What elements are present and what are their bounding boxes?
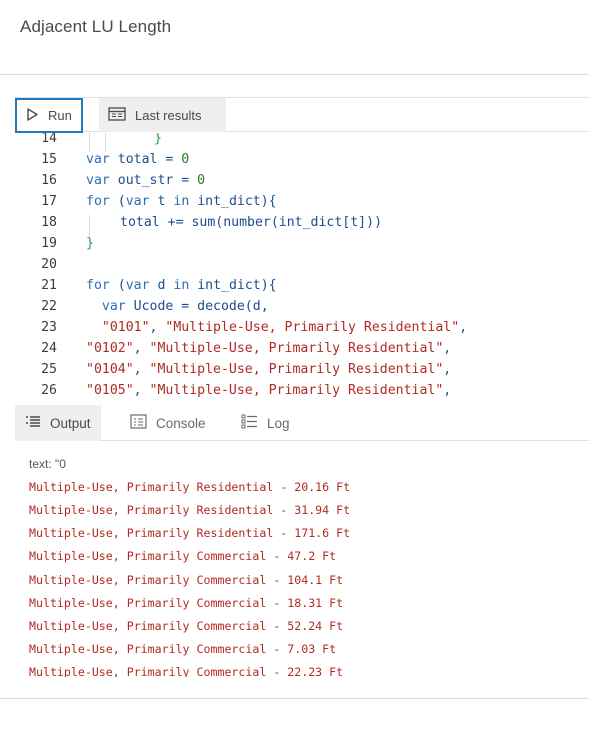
code-text: var total = 0	[86, 152, 190, 167]
output-panel: text: "0 Multiple-Use, Primarily Resident…	[29, 457, 589, 677]
code-text: }	[154, 133, 162, 146]
line-number: 16	[41, 173, 57, 188]
code-line: 22 var Ucode = decode(d,	[15, 299, 589, 320]
last-results-button[interactable]: Last results	[99, 98, 226, 132]
code-line: 18 total += sum(number(int_dict[t]))	[15, 215, 589, 236]
console-icon	[130, 414, 147, 432]
output-line: Multiple-Use, Primarily Commercial - 7.0…	[29, 641, 337, 656]
editor-toolbar: Run Last results	[15, 97, 589, 133]
code-text: "0104", "Multiple-Use, Primarily Residen…	[86, 362, 452, 377]
indent-guide	[89, 133, 90, 152]
code-line: 24 "0102", "Multiple-Use, Primarily Resid…	[15, 341, 589, 362]
line-number: 17	[41, 194, 57, 209]
output-line: Multiple-Use, Primarily Commercial - 52.…	[29, 618, 344, 633]
result-tabs: Output Console Log	[15, 405, 589, 441]
line-number: 14	[41, 133, 57, 146]
log-list-icon	[241, 413, 258, 433]
code-text: var Ucode = decode(d,	[101, 299, 269, 314]
tab-output-label: Output	[50, 415, 91, 431]
results-table-icon	[108, 106, 126, 124]
line-number: 20	[41, 257, 57, 272]
run-button[interactable]: Run	[15, 98, 83, 133]
code-line: 26 "0105", "Multiple-Use, Primarily Resid…	[15, 383, 589, 404]
line-number: 24	[41, 341, 57, 356]
run-button-label: Run	[48, 108, 72, 123]
code-text: for (var d in int_dict){	[86, 278, 277, 293]
code-text: total += sum(number(int_dict[t]))	[120, 215, 383, 230]
line-number: 15	[41, 152, 57, 167]
output-line: Multiple-Use, Primarily Commercial - 47.…	[29, 549, 337, 564]
output-list-icon	[25, 415, 41, 432]
code-line: 20	[15, 257, 589, 278]
tab-log-label: Log	[267, 415, 290, 431]
code-text: }	[86, 236, 94, 251]
code-text: "0101", "Multiple-Use, Primarily Residen…	[101, 320, 468, 335]
code-text: "0105", "Multiple-Use, Primarily Residen…	[86, 383, 452, 398]
output-line: Multiple-Use, Primarily Commercial - 22.…	[29, 664, 344, 677]
output-line: Multiple-Use, Primarily Residential - 31…	[29, 503, 351, 518]
output-line: Multiple-Use, Primarily Residential - 20…	[29, 480, 351, 495]
code-text: for (var t in int_dict){	[86, 194, 277, 209]
code-line: 21 for (var d in int_dict){	[15, 278, 589, 299]
code-editor[interactable]: 14} 15 var total = 0 16 var out_str = 0 17 for…	[15, 133, 589, 405]
indent-guide	[105, 133, 106, 152]
footer-divider	[0, 698, 589, 699]
line-number: 25	[41, 362, 57, 377]
line-number: 23	[41, 320, 57, 335]
tab-console[interactable]: Console	[130, 405, 206, 441]
output-line: Multiple-Use, Primarily Commercial - 104…	[29, 572, 344, 587]
indent-guide	[89, 215, 90, 236]
output-line: Multiple-Use, Primarily Residential - 17…	[29, 526, 351, 541]
tab-console-label: Console	[156, 415, 206, 431]
code-line: 17 for (var t in int_dict){	[15, 194, 589, 215]
code-text: "0102", "Multiple-Use, Primarily Residen…	[86, 341, 452, 356]
header-divider	[0, 74, 589, 75]
page-title: Adjacent LU Length	[20, 17, 172, 36]
line-number: 22	[41, 299, 57, 314]
code-text: var out_str = 0	[86, 173, 206, 188]
output-line: Multiple-Use, Primarily Commercial - 18.…	[29, 595, 344, 610]
tab-log[interactable]: Log	[241, 405, 290, 441]
line-number: 26	[41, 383, 57, 398]
code-line: 14}	[15, 133, 589, 152]
last-results-label: Last results	[135, 107, 202, 123]
line-number: 19	[41, 236, 57, 251]
line-number: 18	[41, 215, 57, 230]
code-line: 23 "0101", "Multiple-Use, Primarily Resi…	[15, 320, 589, 341]
code-line: 25 "0104", "Multiple-Use, Primarily Resid…	[15, 362, 589, 383]
line-number: 21	[41, 278, 57, 293]
play-icon	[27, 107, 38, 124]
tab-output[interactable]: Output	[15, 405, 101, 441]
code-line: 19}	[15, 236, 589, 257]
code-line: 16 var out_str = 0	[15, 173, 589, 194]
output-header-line: text: "0	[29, 457, 66, 471]
code-line: 15 var total = 0	[15, 152, 589, 173]
